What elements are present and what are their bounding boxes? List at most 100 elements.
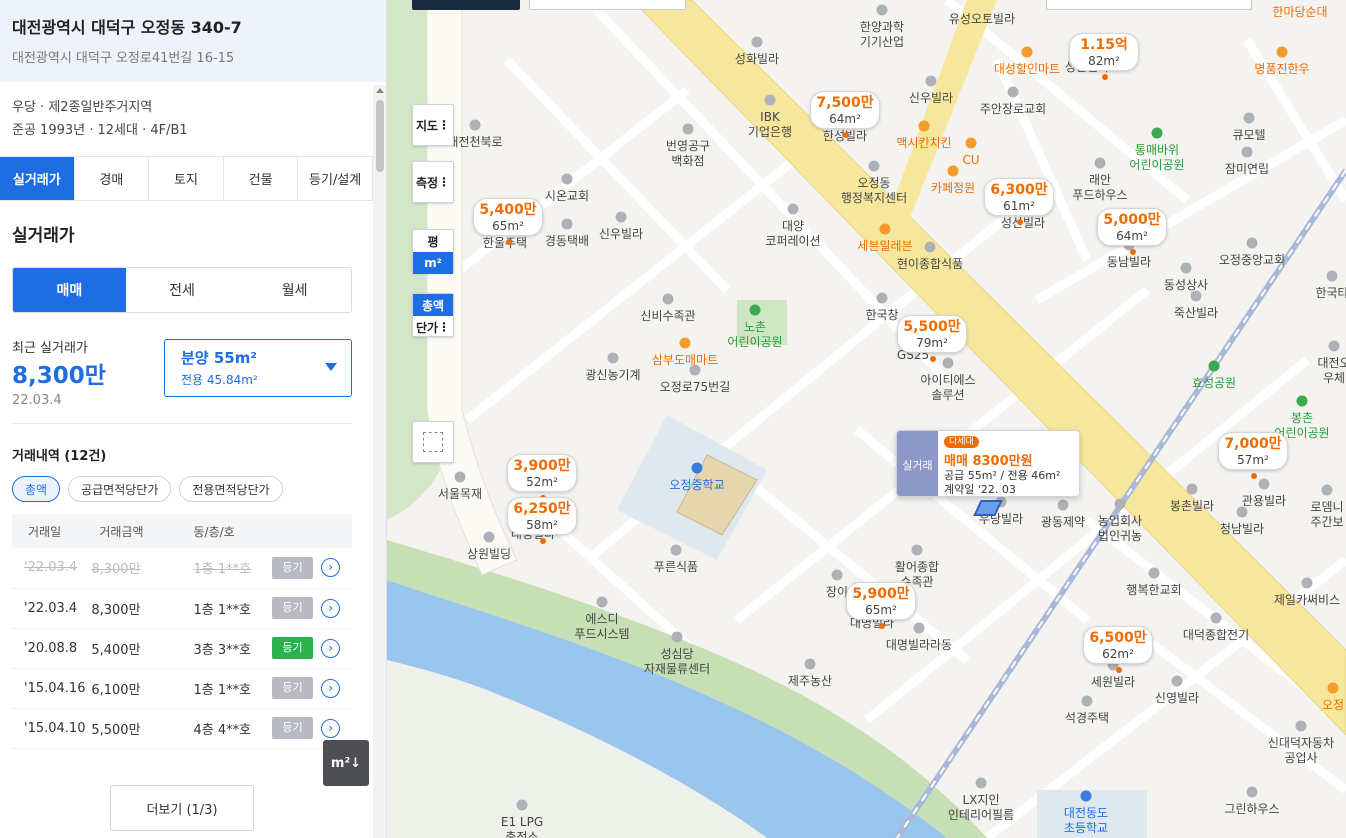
map-place-label[interactable]: 농업회사 법인귀농 [1098,514,1142,544]
map-place-label[interactable]: 잠미연립 [1225,162,1269,177]
price-marker[interactable]: 3,900만 52m² [507,454,577,501]
poi-icon[interactable] [942,357,954,369]
poi-icon[interactable] [1021,46,1033,58]
poi-icon[interactable] [689,364,701,376]
map-place-label[interactable]: 청남빌라 [1220,522,1264,537]
map-place-label[interactable]: 주안장로교회 [980,102,1046,117]
price-marker[interactable]: 5,000만 64m² [1097,208,1167,255]
map-place-label[interactable]: 대명빌라라동 [886,638,952,653]
poi-icon[interactable] [911,544,923,556]
tab-registry[interactable]: 등기/설계 [298,157,373,200]
poi-icon[interactable] [454,471,466,483]
unit-m2-option[interactable]: m² [413,252,453,274]
table-row[interactable]: '22.03.4 8,300만 1층 1**호 등기 › [12,588,352,629]
price-marker[interactable]: 1.15억 82m² [1069,33,1139,80]
map-place-label[interactable]: 로뎀니 주간보 [1310,500,1343,530]
map-place-label[interactable]: 석경주택 [1065,711,1109,726]
map-place-label[interactable]: 세븐일레븐 [857,239,912,254]
price-marker[interactable]: 6,300만 61m² [984,178,1054,225]
map-place-label[interactable]: 오정로75번길 [660,380,730,395]
top-search-box[interactable] [412,0,520,10]
map-place-label[interactable]: 번영공구 백화점 [666,139,710,169]
price-marker[interactable]: 7,500만 64m² [810,91,880,138]
price-total-option[interactable]: 총액 [413,294,453,316]
poi-icon[interactable] [1114,498,1126,510]
price-marker[interactable]: 6,500만 62m² [1083,626,1153,673]
table-row[interactable]: '20.08.8 5,400만 3층 3**호 등기 › [12,628,352,669]
map-place-label[interactable]: 현이종합식품 [897,257,963,272]
unit-pyeong-option[interactable]: 평 [413,230,453,252]
poi-icon[interactable] [615,211,627,223]
poi-icon[interactable] [1328,340,1340,352]
poi-icon[interactable] [469,119,481,131]
map-place-label[interactable]: 성심당 자재물류센터 [644,647,710,677]
poi-icon[interactable] [947,165,959,177]
poi-icon[interactable] [749,304,761,316]
poi-icon[interactable] [1151,127,1163,139]
map-place-label[interactable]: 명품진한우 [1254,62,1309,77]
poi-icon[interactable] [1296,395,1308,407]
map-type-button[interactable]: 지도 ⋮ [412,104,454,146]
table-row[interactable]: '15.04.16 6,100만 1층 1**호 등기 › [12,668,352,709]
map-place-label[interactable]: 신영빌라 [1155,691,1199,706]
map-place-label[interactable]: 신우빌라 [909,91,953,106]
map-place-label[interactable]: 성산빌라 [1001,216,1045,231]
poi-icon[interactable] [682,123,694,135]
price-marker[interactable]: 6,250만 58m² [507,497,577,544]
poi-icon[interactable] [1258,478,1270,490]
map-place-label[interactable]: 래안 푸드하우스 [1072,173,1127,203]
poi-icon[interactable] [1327,682,1339,694]
table-row[interactable]: '22.03.4 8,300만 1층 1**호 등기 › [12,548,352,589]
price-marker[interactable]: 5,900만 65m² [846,582,916,629]
price-marker[interactable]: 7,000만 57m² [1218,432,1288,479]
map-place-label[interactable]: 한마당순대 [1272,5,1327,20]
poi-icon[interactable] [679,337,691,349]
poi-icon[interactable] [965,137,977,149]
selected-deal-popup[interactable]: 실거래 다세대 매매 8300만원 공급 55m² / 전용 46m² 계약일 … [896,430,1080,497]
map-place-label[interactable]: 노촌 어린이공원 [727,320,782,350]
poi-icon[interactable] [924,241,936,253]
poi-icon[interactable] [1007,86,1019,98]
poi-icon[interactable] [1246,786,1258,798]
poi-icon[interactable] [516,799,528,811]
poi-icon[interactable] [1186,483,1198,495]
map-place-label[interactable]: LX지인 인테리어필름 [948,793,1014,823]
deal-type-sale[interactable]: 매매 [13,268,126,312]
map-place-label[interactable]: 오정중앙교회 [1219,253,1285,268]
poi-icon[interactable] [561,173,573,185]
price-unit-option[interactable]: 단가 ⋮ [413,316,453,338]
poi-icon[interactable] [1326,270,1338,282]
map-place-label[interactable]: 효성공원 [1192,376,1236,391]
poi-icon[interactable] [876,4,888,16]
map-place-label[interactable]: 에스디 푸드시스템 [574,612,629,642]
poi-icon[interactable] [1190,290,1202,302]
poi-icon[interactable] [831,569,843,581]
chevron-right-icon[interactable]: › [321,678,341,698]
map-place-label[interactable]: 장이 [826,585,848,600]
poi-icon[interactable] [1057,499,1069,511]
poi-icon[interactable] [1210,612,1222,624]
more-button[interactable]: 더보기 (1/3) [110,785,254,831]
chevron-right-icon[interactable]: › [321,718,341,738]
chevron-right-icon[interactable]: › [321,638,341,658]
poi-icon[interactable] [607,352,619,364]
poi-icon[interactable] [913,622,925,634]
area-select[interactable]: 분양 55m² 전용 45.84m² [164,339,352,397]
map-place-label[interactable]: 대전오 우체 [1317,356,1346,386]
map-place-label[interactable]: 제일카써비스 [1274,593,1340,608]
tab-land[interactable]: 토지 [149,157,224,200]
poi-icon[interactable] [483,531,495,543]
poi-icon[interactable] [876,292,888,304]
map-place-label[interactable]: 행복한교회 [1126,583,1181,598]
poi-icon[interactable] [1208,360,1220,372]
map-place-label[interactable]: CU [962,153,979,168]
chevron-right-icon[interactable]: › [321,558,341,578]
map-place-label[interactable]: 한울주택 [483,236,527,251]
map-place-label[interactable]: 오정동 행정복지센터 [841,176,907,206]
map-place-label[interactable]: 동성상사 [1164,278,1208,293]
poi-icon[interactable] [1148,567,1160,579]
map-view[interactable]: 성화빌라 한양과학 기기산업 유성오토빌라대성할인마트성산빌라 명품진한우 한마당순대 I… [387,0,1346,838]
filter-per-supply-area[interactable]: 공급면적당단가 [68,476,172,502]
map-place-label[interactable]: 삼부도매마트 [652,353,718,368]
map-place-label[interactable]: 성화빌라 [735,52,779,67]
